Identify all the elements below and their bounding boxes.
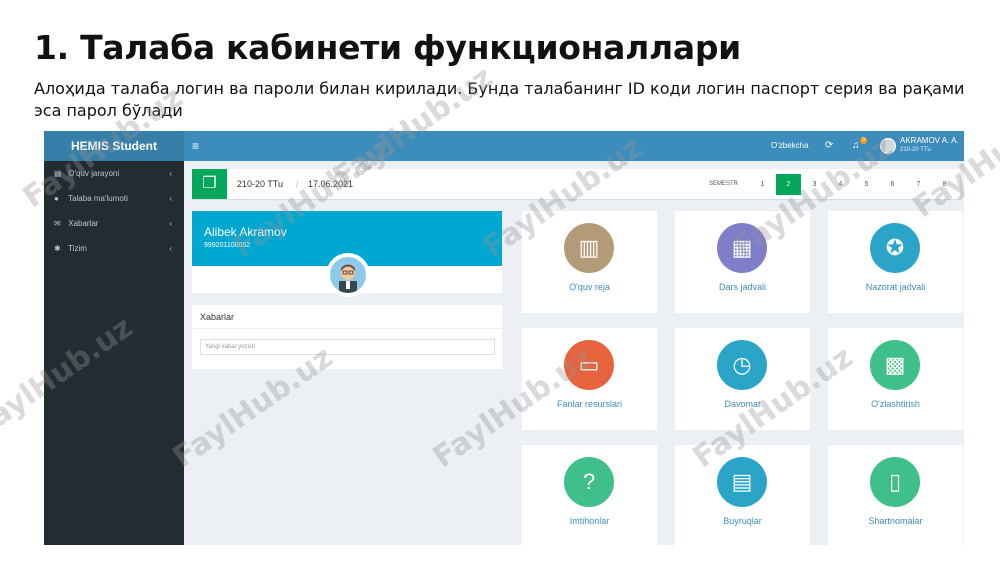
news-header: Xabarlar (192, 305, 502, 329)
tile-icon-circle: ◷ (717, 340, 767, 390)
tile-fanlar-resurslari[interactable]: ▭ Fanlar resurslari (522, 328, 657, 430)
semester-page-4[interactable]: 4 (828, 174, 853, 195)
semester-page-3[interactable]: 3 (802, 174, 827, 195)
monitor-icon: ▭ (578, 352, 600, 377)
new-message-input[interactable]: Yangi xabar yozish (200, 339, 495, 355)
sidebar-item-label: Xabarlar (68, 219, 99, 228)
student-avatar-icon (330, 257, 366, 293)
semester-page-5[interactable]: 5 (854, 174, 879, 195)
tile-o-quv-reja[interactable]: ▥ O'quv reja (522, 211, 657, 313)
tile-label: Dars jadvali (718, 282, 767, 292)
tile-buyruqlar[interactable]: ▤ Buyruqlar (675, 445, 810, 545)
sidebar-item-tizim[interactable]: ✱ Tizim ‹ (44, 236, 184, 261)
tile-label: Imtihonlar (569, 516, 610, 526)
slide: 1. Талаба кабинети функционаллари Алоҳид… (0, 0, 1000, 563)
group-code: 210-20 TTu (237, 179, 284, 189)
hemis-screenshot: HEMIS Student ≡ O'zbekcha ⟳ ♫ 0 AKRAMOV … (44, 131, 964, 545)
document-icon: ▤ (731, 469, 753, 494)
sidebar-item-label: Talaba ma'lumoti (68, 194, 128, 203)
tile-shartnomalar[interactable]: ▯ Shartnomalar (828, 445, 963, 545)
top-navbar: HEMIS Student ≡ O'zbekcha ⟳ ♫ 0 AKRAMOV … (44, 131, 964, 161)
tile-davomat[interactable]: ◷ Davomat (675, 328, 810, 430)
tile-nazorat-jadvali[interactable]: ✪ Nazorat jadvali (828, 211, 963, 313)
tile-icon-circle: ▦ (717, 223, 767, 273)
sidebar: ▤ O'quv jarayoni ‹ ● Talaba ma'lumoti ‹ … (44, 161, 184, 545)
separator: / (296, 179, 299, 189)
chevron-left-icon: ‹ (169, 244, 172, 253)
calculator-icon: ▩ (884, 352, 906, 377)
book-icon: ▤ (54, 169, 62, 178)
tile-label: Davomat (724, 399, 761, 409)
tile-label: Nazorat jadvali (865, 282, 926, 292)
sidebar-item-talaba-malumoti[interactable]: ● Talaba ma'lumoti ‹ (44, 186, 184, 211)
semester-pagination: 12345678 (750, 174, 958, 195)
envelope-icon: ✉ (54, 219, 61, 228)
news-title: Xabarlar (200, 312, 235, 322)
sidebar-item-xabarlar[interactable]: ✉ Xabarlar ‹ (44, 211, 184, 236)
tile-icon-circle: ▩ (870, 340, 920, 390)
tile-icon-circle: ▯ (870, 457, 920, 507)
app-logo[interactable]: HEMIS Student (44, 131, 184, 161)
tile-imtihonlar[interactable]: ? Imtihonlar (522, 445, 657, 545)
news-box: Xabarlar Yangi xabar yozish (192, 305, 502, 369)
semester-page-8[interactable]: 8 (932, 174, 957, 195)
news-body: Yangi xabar yozish (192, 335, 502, 369)
chevron-left-icon: ‹ (169, 194, 172, 203)
chevron-left-icon: ‹ (169, 219, 172, 228)
refresh-icon[interactable]: ⟳ (825, 131, 833, 161)
semester-bar: ❐ 210-20 TTu / 17.06.2021 SEMESTR 123456… (192, 169, 960, 199)
profile-card: Alibek Akramov 999201100052 (192, 211, 502, 297)
clock-icon: ◷ (732, 352, 752, 377)
semester-page-7[interactable]: 7 (906, 174, 931, 195)
question-icon: ? (582, 469, 596, 494)
avatar (326, 253, 370, 297)
tile-label: Fanlar resurslari (556, 399, 623, 409)
chevron-left-icon: ‹ (169, 169, 172, 178)
main-content: ❐ 210-20 TTu / 17.06.2021 SEMESTR 123456… (184, 161, 964, 545)
language-selector[interactable]: O'zbekcha (771, 131, 809, 161)
user-avatar[interactable] (880, 138, 896, 154)
slide-title: 1. Талаба кабинети функционаллари (34, 28, 741, 67)
sidebar-item-oquv-jarayoni[interactable]: ▤ O'quv jarayoni ‹ (44, 161, 184, 186)
calendar-icon: ▦ (731, 235, 753, 260)
menu-toggle-icon[interactable]: ≡ (192, 131, 199, 161)
medal-icon: ✪ (885, 235, 905, 260)
tile-label: O'zlashtirish (871, 399, 920, 409)
tile-o-zlashtirish[interactable]: ▩ O'zlashtirish (828, 328, 963, 430)
student-name: Alibek Akramov (204, 225, 287, 239)
user-icon: ● (54, 194, 59, 203)
tile-label: Buyruqlar (723, 516, 762, 526)
contract-icon: ▯ (888, 469, 902, 494)
user-name[interactable]: AKRAMOV A. A. (900, 136, 959, 145)
notification-badge: 0 (860, 137, 867, 144)
tile-dars-jadvali[interactable]: ▦ Dars jadvali (675, 211, 810, 313)
tile-icon-circle: ▥ (564, 223, 614, 273)
semester-page-6[interactable]: 6 (880, 174, 905, 195)
copy-icon: ❐ (192, 169, 227, 199)
bell-icon[interactable]: ♫ (852, 131, 860, 161)
current-date: 17.06.2021 (308, 179, 354, 189)
student-id: 999201100052 (204, 242, 251, 249)
tile-label: Shartnomalar (868, 516, 923, 526)
book-open-icon: ▥ (578, 235, 600, 260)
tile-icon-circle: ? (564, 457, 614, 507)
tile-label: O'quv reja (569, 282, 610, 292)
semester-label: SEMESTR (709, 181, 739, 187)
tile-icon-circle: ✪ (870, 223, 920, 273)
tile-icon-circle: ▤ (717, 457, 767, 507)
sidebar-item-label: Tizim (68, 244, 87, 253)
user-group: 210-20 TTu (900, 147, 931, 153)
semester-page-1[interactable]: 1 (750, 174, 775, 195)
slide-subtitle: Алоҳида талаба логин ва пароли билан кир… (34, 79, 965, 120)
sidebar-item-label: O'quv jarayoni (68, 169, 120, 178)
semester-page-2[interactable]: 2 (776, 174, 801, 195)
tile-icon-circle: ▭ (564, 340, 614, 390)
gear-icon: ✱ (54, 244, 61, 253)
